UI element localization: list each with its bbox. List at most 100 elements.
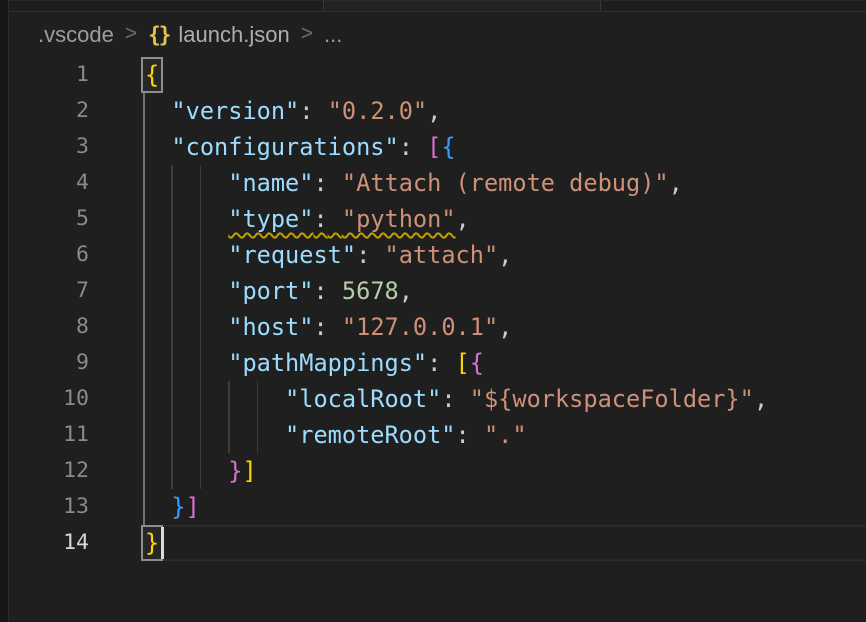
code-token: "pathMappings" bbox=[228, 349, 427, 377]
code-token: [ bbox=[456, 349, 470, 377]
code-text: "type": "python", bbox=[143, 201, 866, 237]
code-line[interactable]: 7 "port": 5678, bbox=[9, 273, 866, 309]
code-token: : bbox=[313, 313, 327, 341]
code-token bbox=[143, 349, 228, 377]
code-line[interactable]: 8 "host": "127.0.0.1", bbox=[9, 309, 866, 345]
code-token: "localRoot" bbox=[285, 385, 441, 413]
code-text: "name": "Attach (remote debug)", bbox=[143, 165, 866, 201]
line-number[interactable]: 10 bbox=[9, 381, 89, 417]
code-token: "type" bbox=[228, 205, 313, 233]
code-lines[interactable]: 1{2 "version": "0.2.0",3 "configurations… bbox=[9, 57, 866, 561]
code-token bbox=[456, 385, 470, 413]
code-token bbox=[370, 241, 384, 269]
code-token: , bbox=[669, 169, 683, 197]
code-line[interactable]: 3 "configurations": [{ bbox=[9, 129, 866, 165]
code-token: : bbox=[299, 97, 313, 125]
warning-squiggle: "type": "python" bbox=[228, 205, 455, 233]
code-token: , bbox=[399, 277, 413, 305]
code-token: "Attach (remote debug)" bbox=[342, 169, 669, 197]
editor-group: .vscode > {} launch.json > ... 1{2 "vers… bbox=[9, 0, 866, 561]
code-token: "port" bbox=[228, 277, 313, 305]
bracket-match: } bbox=[141, 525, 163, 561]
line-number[interactable]: 8 bbox=[9, 309, 89, 345]
code-token: { bbox=[441, 133, 455, 161]
line-number[interactable]: 14 bbox=[9, 525, 89, 561]
line-number[interactable]: 3 bbox=[9, 129, 89, 165]
code-line[interactable]: 6 "request": "attach", bbox=[9, 237, 866, 273]
code-token: [ bbox=[427, 133, 441, 161]
code-token bbox=[328, 205, 342, 233]
code-token: , bbox=[754, 385, 768, 413]
code-token: "name" bbox=[228, 169, 313, 197]
code-editor[interactable]: 1{2 "version": "0.2.0",3 "configurations… bbox=[9, 57, 866, 561]
code-token bbox=[328, 169, 342, 197]
code-text: } bbox=[143, 525, 866, 561]
code-line[interactable]: 10 "localRoot": "${workspaceFolder}", bbox=[9, 381, 866, 417]
code-token: "attach" bbox=[385, 241, 499, 269]
code-token bbox=[143, 457, 228, 485]
code-token bbox=[313, 97, 327, 125]
code-line[interactable]: 9 "pathMappings": [{ bbox=[9, 345, 866, 381]
breadcrumb: .vscode > {} launch.json > ... bbox=[9, 12, 866, 57]
code-line[interactable]: 4 "name": "Attach (remote debug)", bbox=[9, 165, 866, 201]
line-number[interactable]: 9 bbox=[9, 345, 89, 381]
code-token bbox=[143, 277, 228, 305]
code-token: } bbox=[171, 493, 185, 521]
code-token: , bbox=[498, 313, 512, 341]
code-token bbox=[328, 313, 342, 341]
breadcrumb-folder[interactable]: .vscode bbox=[38, 22, 114, 48]
code-token: : bbox=[399, 133, 413, 161]
line-number[interactable]: 5 bbox=[9, 201, 89, 237]
code-token bbox=[470, 421, 484, 449]
code-text: "host": "127.0.0.1", bbox=[143, 309, 866, 345]
code-text: "pathMappings": [{ bbox=[143, 345, 866, 381]
bracket-match: { bbox=[141, 57, 163, 93]
code-line[interactable]: 14} bbox=[9, 525, 866, 561]
code-text: "remoteRoot": "." bbox=[143, 417, 866, 453]
tab-segment[interactable] bbox=[323, 1, 600, 11]
code-text: }] bbox=[143, 453, 866, 489]
code-token: "." bbox=[484, 421, 527, 449]
line-number[interactable]: 6 bbox=[9, 237, 89, 273]
line-number[interactable]: 13 bbox=[9, 489, 89, 525]
code-token bbox=[143, 133, 171, 161]
line-number[interactable]: 1 bbox=[9, 57, 89, 93]
code-line[interactable]: 11 "remoteRoot": "." bbox=[9, 417, 866, 453]
code-token: : bbox=[441, 385, 455, 413]
code-line[interactable]: 2 "version": "0.2.0", bbox=[9, 93, 866, 129]
code-token bbox=[143, 169, 228, 197]
code-token: : bbox=[427, 349, 441, 377]
code-text: { bbox=[143, 57, 866, 93]
code-text: "version": "0.2.0", bbox=[143, 93, 866, 129]
code-line[interactable]: 5 "type": "python", bbox=[9, 201, 866, 237]
text-cursor bbox=[161, 527, 164, 559]
code-line[interactable]: 1{ bbox=[9, 57, 866, 93]
code-token: : bbox=[356, 241, 370, 269]
code-token bbox=[143, 493, 171, 521]
code-token: "${workspaceFolder}" bbox=[470, 385, 754, 413]
code-token: 5678 bbox=[342, 277, 399, 305]
code-token: : bbox=[313, 277, 327, 305]
line-number[interactable]: 12 bbox=[9, 453, 89, 489]
code-token: "configurations" bbox=[171, 133, 398, 161]
code-text: }] bbox=[143, 489, 866, 525]
code-token: , bbox=[456, 205, 470, 233]
breadcrumb-file-name: launch.json bbox=[178, 22, 289, 48]
code-token: : bbox=[313, 169, 327, 197]
code-token: : bbox=[313, 205, 327, 233]
chevron-right-icon: > bbox=[301, 22, 313, 46]
code-token: "request" bbox=[228, 241, 356, 269]
code-token: { bbox=[470, 349, 484, 377]
code-text: "localRoot": "${workspaceFolder}", bbox=[143, 381, 866, 417]
line-number[interactable]: 2 bbox=[9, 93, 89, 129]
code-token bbox=[143, 97, 171, 125]
line-number[interactable]: 7 bbox=[9, 273, 89, 309]
code-line[interactable]: 13 }] bbox=[9, 489, 866, 525]
code-token: , bbox=[498, 241, 512, 269]
line-number[interactable]: 4 bbox=[9, 165, 89, 201]
line-number[interactable]: 11 bbox=[9, 417, 89, 453]
json-braces-icon: {} bbox=[148, 23, 169, 47]
code-line[interactable]: 12 }] bbox=[9, 453, 866, 489]
breadcrumb-file[interactable]: {} launch.json bbox=[148, 22, 290, 48]
breadcrumb-symbol[interactable]: ... bbox=[324, 22, 342, 48]
